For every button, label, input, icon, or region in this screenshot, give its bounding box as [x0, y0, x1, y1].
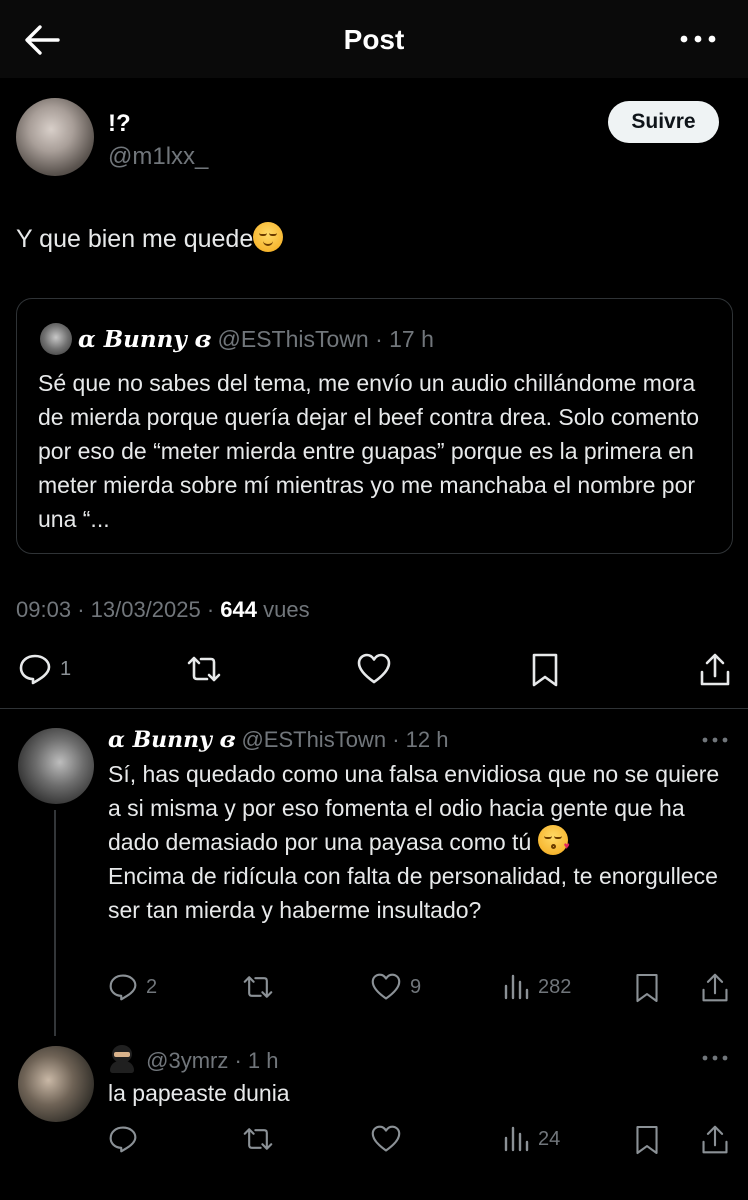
reply-author-name[interactable]: ɑ 𝑩𝒖𝒏𝒏𝒚 ɞ	[108, 727, 235, 753]
thread-line	[54, 810, 56, 1036]
retweet-button[interactable]	[242, 1124, 274, 1154]
like-icon	[371, 973, 401, 1000]
reply-time: · 12 h	[392, 727, 449, 752]
reply-avatar[interactable]	[18, 728, 94, 804]
like-icon	[357, 653, 391, 684]
post-text: Y que bien me quede	[16, 222, 284, 254]
view-count: 282	[538, 975, 572, 998]
divider	[0, 708, 748, 709]
quote-text: Sé que no sabes del tema, me envío un au…	[38, 370, 700, 532]
share-icon	[700, 653, 730, 686]
kissing-emoji-icon: ♥	[537, 825, 570, 855]
share-button[interactable]	[700, 1124, 730, 1156]
retweet-icon	[243, 976, 273, 998]
author-avatar[interactable]	[16, 98, 94, 176]
retweet-icon	[187, 656, 221, 682]
retweet-button[interactable]	[186, 652, 222, 686]
reply-icon	[109, 1126, 137, 1153]
reply-icon	[109, 974, 137, 1001]
quote-time: · 17 h	[375, 326, 434, 352]
like-count: 9	[410, 975, 422, 998]
more-icon[interactable]	[700, 1048, 730, 1068]
author-handle[interactable]: @m1lxx_	[108, 143, 208, 171]
like-icon	[371, 1125, 401, 1152]
reply-button[interactable]	[108, 1124, 138, 1154]
quote-author-name: ɑ 𝑩𝒖𝒏𝒏𝒚 ɞ	[78, 326, 212, 353]
like-button[interactable]: 9	[370, 972, 421, 1002]
bookmark-icon	[636, 973, 658, 1003]
relieved-emoji-icon	[253, 222, 284, 252]
views-icon	[504, 1126, 529, 1152]
retweet-button[interactable]	[242, 972, 274, 1002]
bookmark-icon	[636, 1125, 658, 1155]
reply-time: · 1 h	[234, 1048, 279, 1073]
reply-author-handle[interactable]: @ESThisTown	[241, 727, 386, 752]
more-icon[interactable]	[678, 24, 718, 54]
quote-author-handle: @ESThisTown	[217, 326, 369, 352]
bookmark-button[interactable]	[634, 1124, 660, 1156]
share-icon	[702, 973, 728, 1002]
views-button[interactable]: 282	[502, 972, 571, 1002]
bookmark-button[interactable]	[634, 972, 660, 1004]
top-bar: Post	[0, 0, 748, 78]
bookmark-icon	[532, 653, 558, 687]
views-label: vues	[263, 597, 310, 622]
reply-icon	[19, 654, 51, 685]
post-text-content: Y que bien me quede	[16, 225, 254, 253]
reply-count: 2	[146, 975, 158, 998]
like-button[interactable]	[356, 652, 392, 686]
reply-button[interactable]: 2	[108, 972, 157, 1002]
reply-avatar[interactable]	[18, 1046, 94, 1122]
like-button[interactable]	[370, 1124, 402, 1154]
reply-header: @3ymrz · 1 h	[108, 1045, 279, 1074]
post-date: · 13/03/2025 ·	[77, 597, 215, 622]
reply-text: Sí, has quedado como una falsa envidiosa…	[108, 757, 728, 927]
views-button[interactable]: 24	[502, 1124, 560, 1154]
share-button[interactable]	[700, 972, 730, 1004]
reply-count: 1	[60, 657, 72, 680]
reply-text-line: Sí, has quedado como una falsa envidiosa…	[108, 761, 720, 855]
quote-header: ɑ 𝑩𝒖𝒏𝒏𝒚 ɞ @ESThisTown · 17 h	[78, 326, 434, 353]
author-name[interactable]: !?	[108, 110, 131, 138]
reply-text-line: Encima de ridícula con falta de personal…	[108, 863, 718, 923]
view-count: 644	[220, 597, 258, 622]
reply-button[interactable]: 1	[18, 652, 71, 686]
post-meta: 09:03 · 13/03/2025 · 644 vues	[16, 597, 310, 623]
more-icon[interactable]	[700, 730, 730, 750]
reply-author-handle[interactable]: @3ymrz	[146, 1048, 228, 1073]
share-button[interactable]	[698, 652, 732, 688]
reply-header: ɑ 𝑩𝒖𝒏𝒏𝒚 ɞ @ESThisTown · 12 h	[108, 727, 448, 753]
bookmark-button[interactable]	[530, 652, 560, 688]
reply-text: la papeaste dunia	[108, 1080, 290, 1106]
quote-avatar	[40, 323, 72, 355]
view-count: 24	[538, 1127, 561, 1150]
retweet-icon	[243, 1128, 273, 1150]
share-icon	[702, 1125, 728, 1154]
post-time: 09:03	[16, 597, 72, 622]
ninja-emoji-icon	[108, 1045, 136, 1073]
page-title: Post	[343, 24, 405, 55]
follow-button[interactable]: Suivre	[608, 101, 719, 143]
views-icon	[504, 974, 529, 1000]
